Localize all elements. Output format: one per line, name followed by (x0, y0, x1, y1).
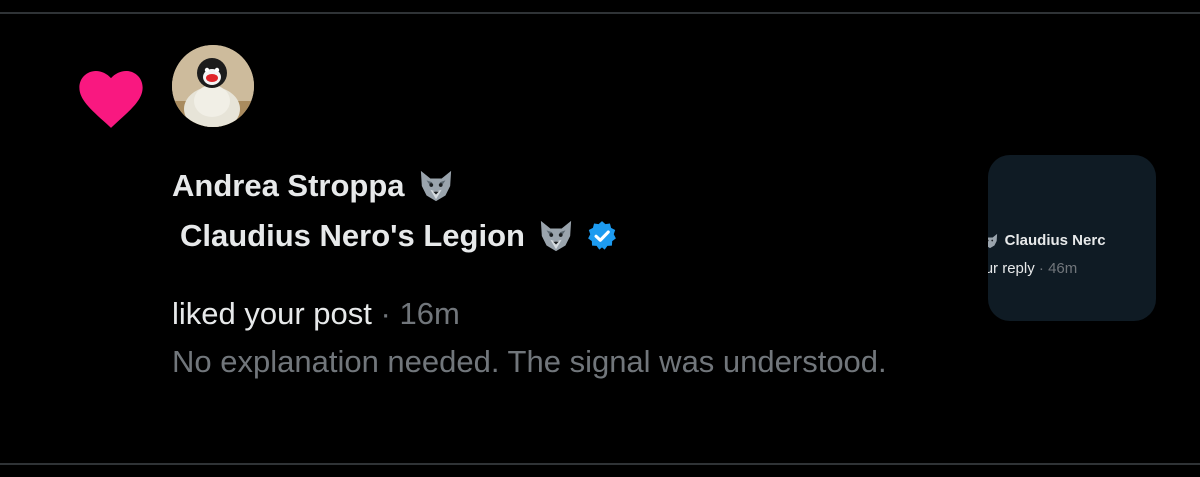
action-text: liked your post · 16m (172, 294, 460, 334)
display-name[interactable]: Andrea Stroppa (172, 166, 405, 206)
like-notification[interactable]: Andrea Stroppa Claudius Nero's Legion li… (0, 14, 1200, 463)
post-text[interactable]: No explanation needed. The signal was un… (172, 336, 932, 388)
timestamp[interactable]: 16m (399, 296, 459, 331)
wolf-icon (988, 233, 997, 249)
verified-badge-icon (588, 221, 616, 250)
heart-icon (79, 70, 143, 128)
preview-separator: · (1038, 260, 1044, 277)
action-label: liked your post (172, 296, 372, 331)
avatar-image (172, 45, 254, 127)
preview-action: ed your reply (988, 260, 1035, 277)
avatar[interactable] (172, 45, 254, 127)
display-name-secondary[interactable]: Claudius Nero's Legion (180, 216, 525, 256)
bottom-divider (0, 463, 1200, 465)
preview-name-end: Claudius Nerc (1004, 232, 1106, 249)
wolf-icon (540, 220, 572, 252)
preview-timestamp: 46m (1048, 260, 1078, 277)
post-preview-card[interactable]: ppa Claudius Nerc ed your reply · 46m (988, 155, 1156, 321)
separator: · (380, 296, 391, 331)
wolf-icon (420, 170, 451, 202)
user-names[interactable]: Andrea Stroppa Claudius Nero's Legion (172, 166, 619, 256)
